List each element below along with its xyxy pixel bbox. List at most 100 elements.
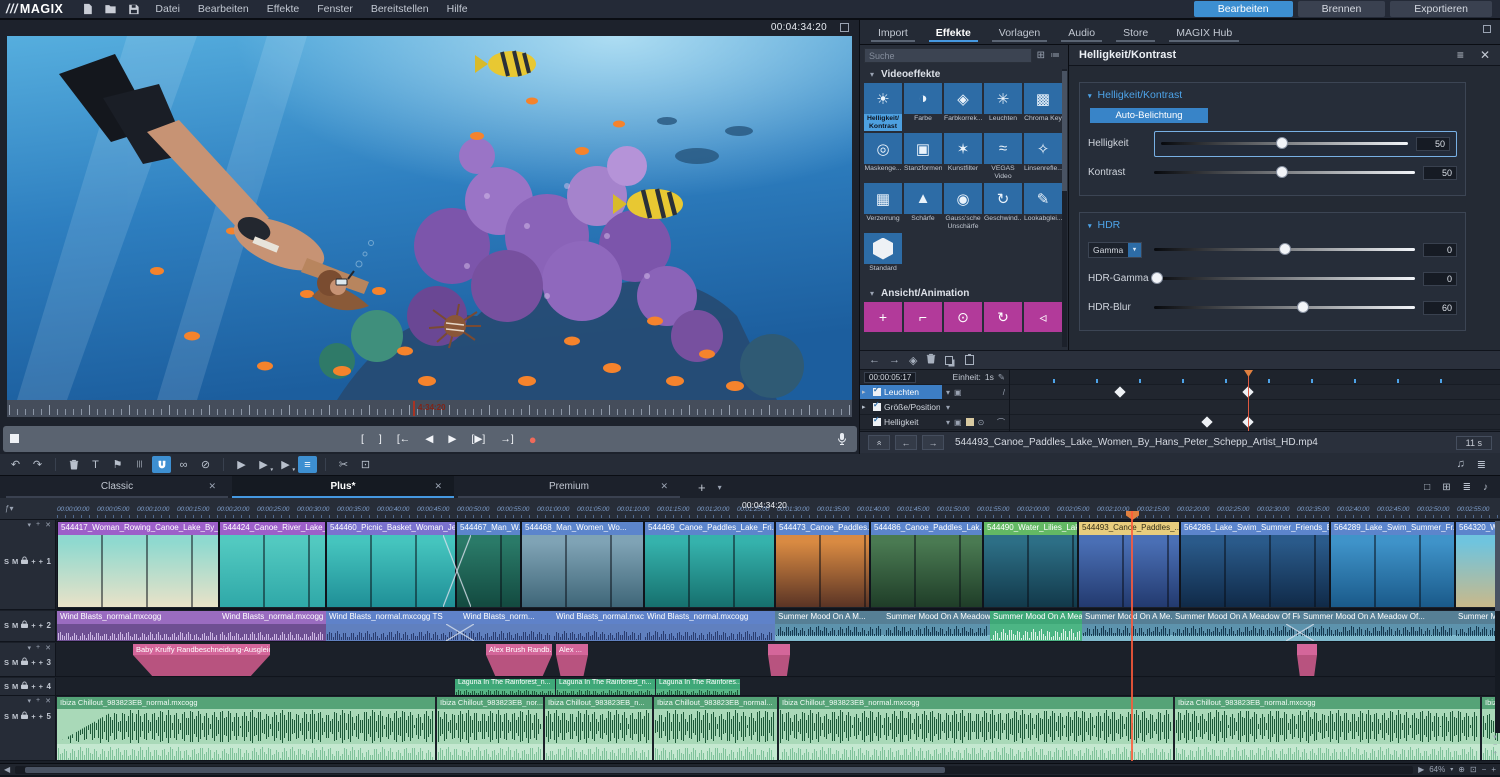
snap-button[interactable]: [152, 456, 171, 473]
keyframe-lane-leuchten[interactable]: [1010, 385, 1500, 400]
audio-monitor-icon[interactable]: ♫: [1457, 458, 1465, 471]
effect-tile-lens-flare[interactable]: ✧Linsenrefle...: [1024, 133, 1062, 181]
hdr-blur-slider[interactable]: [1154, 306, 1415, 309]
hdr-blur-slider-thumb[interactable]: [1297, 301, 1309, 313]
hdr-gamma-slider[interactable]: [1154, 277, 1415, 280]
video-clip-544424-canoe-river[interactable]: 544424_Canoe_River_Lake_Veg...: [219, 521, 326, 609]
move-track-icon[interactable]: +: [31, 621, 35, 630]
keyframe-diamond[interactable]: [1201, 416, 1212, 427]
grid-view-icon[interactable]: ⊞: [1037, 50, 1045, 61]
effect-tile-distortion[interactable]: ▦Verzerrung: [864, 183, 902, 231]
track-fx-dropdown-icon[interactable]: ▾: [28, 644, 32, 652]
eye-icon[interactable]: ⊙: [978, 418, 985, 427]
keyframe-checkbox[interactable]: [873, 418, 881, 426]
track-fx-dropdown-icon[interactable]: ▾: [28, 521, 32, 529]
zoom-tool-icon[interactable]: ⊕: [1458, 765, 1465, 774]
keyframe-row-gr-e-position[interactable]: ▸Größe/Position/...▾: [860, 400, 1009, 415]
keyframe-checkbox[interactable]: [873, 403, 881, 411]
audio-clip[interactable]: Wind Blasts_normal.mxcogg: [644, 611, 775, 641]
effect-tile-punch-shapes[interactable]: ▣Stanzformen: [904, 133, 942, 181]
mouse-mode-single-button[interactable]: ▶: [232, 456, 251, 473]
keyframe-lane-gr-e-position[interactable]: [1010, 400, 1500, 415]
volume-envelope[interactable]: [57, 744, 435, 760]
play-range-button[interactable]: [▶]: [471, 433, 485, 445]
curve-icon[interactable]: ⌒: [997, 417, 1005, 428]
auto-exposure-button[interactable]: Auto-Belichtung: [1090, 108, 1208, 123]
kontrast-slider[interactable]: [1154, 171, 1415, 174]
keyframe-lanes[interactable]: [1010, 370, 1500, 431]
tab-vorlagen[interactable]: Vorlagen: [985, 27, 1054, 44]
keyframe-checkbox[interactable]: [873, 388, 881, 396]
group-header-brightness-contrast[interactable]: ▾Helligkeit/Kontrast: [1088, 89, 1457, 101]
audio-clip[interactable]: Summer Mood On...: [1455, 611, 1500, 641]
solo-button[interactable]: S: [4, 557, 9, 566]
range-in-button[interactable]: [: [361, 433, 364, 445]
title-clip[interactable]: [768, 644, 790, 676]
track-plus-icon[interactable]: +: [39, 682, 43, 691]
track-plus-icon[interactable]: +: [39, 712, 43, 721]
anim-tile-position-size[interactable]: +: [864, 302, 902, 332]
track-fx-dropdown-icon[interactable]: ▾: [28, 697, 32, 705]
track-header-4[interactable]: SM++4: [0, 678, 56, 696]
rail-dropdown-icon[interactable]: ▾: [1493, 733, 1497, 741]
lock-icon[interactable]: [21, 681, 28, 691]
add-keyframe-button[interactable]: ◈: [909, 354, 917, 367]
gamma-slider-thumb[interactable]: [1279, 243, 1291, 255]
solo-button[interactable]: S: [4, 621, 9, 630]
crossfade-icon[interactable]: [443, 535, 471, 607]
audio-clip[interactable]: Laguna In The Rainforest_n...: [455, 679, 555, 695]
audio-clip[interactable]: Summer Mood On A Meadow Of Flowers: [1172, 611, 1300, 641]
track-zoom-out-button[interactable]: −: [1493, 742, 1497, 749]
tab-effekte[interactable]: Effekte: [922, 27, 985, 44]
undo-button[interactable]: ↶: [6, 456, 25, 473]
group-button[interactable]: ∞: [174, 456, 193, 473]
tab-audio[interactable]: Audio: [1054, 27, 1109, 44]
monitor-view-icon[interactable]: □: [1424, 482, 1430, 493]
audio-clip[interactable]: Summer Mood On A Meadow Of...: [1300, 611, 1455, 641]
arrangement-tab-premium[interactable]: Premium✕: [458, 476, 680, 498]
solo-button[interactable]: S: [4, 658, 9, 667]
track-header-2[interactable]: SM++2: [0, 611, 56, 642]
effect-tile-speed[interactable]: ↻Geschwind...: [984, 183, 1022, 231]
jump-start-button[interactable]: [←: [397, 433, 410, 445]
video-clip-564320-women[interactable]: 564320_Women...: [1455, 521, 1500, 609]
audio-clip[interactable]: Summer Mood On A M...: [775, 611, 883, 641]
split-button[interactable]: ✂: [334, 456, 353, 473]
keyframe-playhead[interactable]: [1248, 370, 1249, 431]
microphone-icon[interactable]: [837, 432, 847, 451]
scroll-left-icon[interactable]: ◀: [4, 765, 10, 774]
effect-tile-art-filter[interactable]: ✶Kunstfilter: [944, 133, 982, 181]
detach-preview-icon[interactable]: [840, 23, 849, 32]
stop-indicator[interactable]: [10, 434, 19, 443]
arrangement-tab-plus[interactable]: Plus*✕: [232, 476, 454, 498]
timeline-hscrollbar[interactable]: [15, 766, 1413, 774]
storyboard-view-icon[interactable]: ⊞: [1442, 482, 1450, 493]
audio-clip[interactable]: Ibiza Chillout_983823EB_normal.mxcogg: [57, 697, 435, 760]
record-button[interactable]: ●: [529, 432, 537, 447]
tab-magix-hub[interactable]: MAGIX Hub: [1162, 27, 1246, 44]
hdr-gamma-slider-thumb[interactable]: [1151, 272, 1163, 284]
delete-keyframe-button[interactable]: [926, 353, 936, 367]
audio-clip[interactable]: Summer Mood On A Me...: [1082, 611, 1172, 641]
video-clip-544469-canoe-paddl[interactable]: 544469_Canoe_Paddles_Lake_Fri...: [644, 521, 775, 609]
delete-button[interactable]: [64, 456, 83, 473]
mute-button[interactable]: M: [12, 557, 18, 566]
arrangement-tab-classic[interactable]: Classic✕: [6, 476, 228, 498]
move-track-icon[interactable]: +: [31, 557, 35, 566]
anim-tile-perspective[interactable]: ◃: [1024, 302, 1062, 332]
effect-tile-standard-preset[interactable]: Standard: [864, 233, 902, 281]
effect-tile-color[interactable]: ◑Farbe: [904, 83, 942, 131]
track-remove-icon[interactable]: ✕: [45, 521, 51, 529]
anim-tile-camera-pan[interactable]: ⊙: [944, 302, 982, 332]
track-plus-icon[interactable]: +: [39, 557, 43, 566]
dropdown-icon[interactable]: ▾: [946, 388, 950, 397]
effect-tile-glow[interactable]: ✳Leuchten: [984, 83, 1022, 131]
track-zoom-in-button[interactable]: +: [1493, 750, 1497, 757]
waveform-display-button[interactable]: |||: [130, 456, 149, 473]
group-header-hdr[interactable]: ▾HDR: [1088, 219, 1457, 231]
audio-clip[interactable]: Wind Blasts_normal.mxcogg: [219, 611, 326, 641]
title-clip[interactable]: Baby Kruffy Randbeschneidung-Ausgleich..…: [133, 644, 270, 676]
effect-tile-look-matching[interactable]: ✎Lookabglei...: [1024, 183, 1062, 231]
close-tab-icon[interactable]: ✕: [208, 481, 216, 492]
video-clip-544490-water-lilie[interactable]: 544490_Water_Lilies_Lake_Li...: [983, 521, 1078, 609]
